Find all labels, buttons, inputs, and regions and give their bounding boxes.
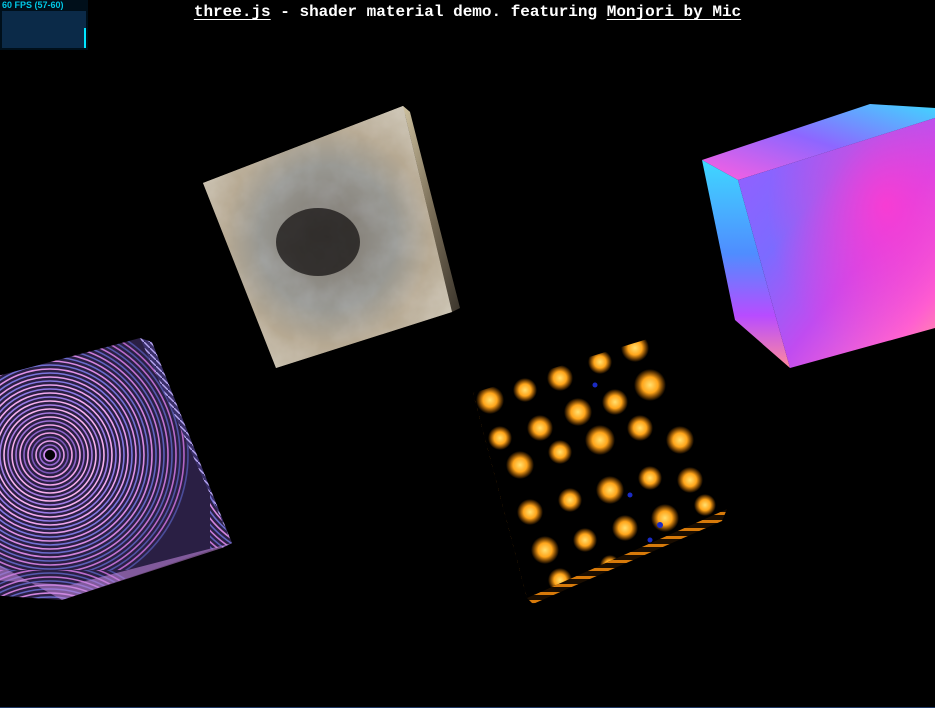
fps-readout: 60 FPS (57-60): [2, 0, 64, 10]
cube-fire-blobs: [473, 336, 727, 604]
fps-graph-bar: [84, 28, 86, 48]
cube-ripple-front-face: [0, 338, 232, 600]
cube-ripple-moire: [0, 338, 232, 600]
render-canvas: [0, 104, 935, 604]
cube-stone-cloud: [203, 106, 460, 368]
cube-normal-gradient: [702, 104, 935, 368]
cube-stone-dark-core: [276, 208, 360, 276]
info-text: - shader material demo. featuring: [270, 3, 607, 21]
monjori-link[interactable]: Monjori by Mic: [607, 3, 741, 21]
fps-stats-panel[interactable]: 60 FPS (57-60): [0, 0, 88, 50]
info-header: three.js - shader material demo. featuri…: [0, 3, 935, 21]
fps-graph: [2, 11, 86, 48]
threejs-link[interactable]: three.js: [194, 3, 271, 21]
webgl-stage: 60 FPS (57-60) three.js - shader materia…: [0, 0, 935, 708]
